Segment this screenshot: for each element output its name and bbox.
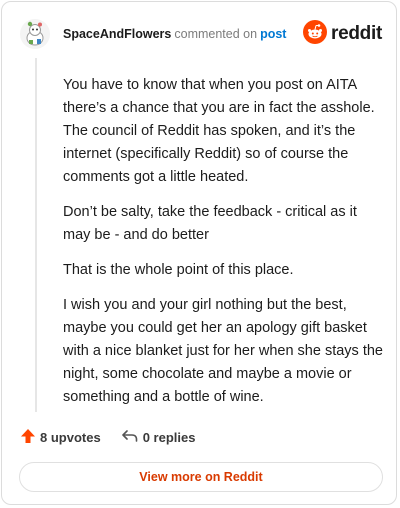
reddit-brand[interactable]: reddit	[303, 19, 382, 49]
comment-paragraph: You have to know that when you post on A…	[63, 77, 375, 185]
reply-arrow-icon	[121, 428, 139, 447]
reply-stat[interactable]: 0 replies	[121, 428, 196, 447]
comment-footer: 8 upvotes 0 replies	[20, 426, 378, 448]
post-link[interactable]: post	[260, 27, 286, 41]
thread-line	[35, 58, 37, 412]
comment-header: SpaceAndFlowers commented on post reddit	[19, 16, 382, 52]
reddit-logo-icon	[303, 19, 328, 49]
action-text: commented on	[174, 27, 258, 41]
comment-paragraph: That is the whole point of this place.	[63, 262, 294, 278]
view-more-on-reddit-button[interactable]: View more on Reddit	[19, 462, 383, 492]
reply-count: 0 replies	[142, 429, 196, 445]
comment-body: You have to know that when you post on A…	[63, 74, 383, 421]
upvote-count: 8 upvotes	[40, 429, 101, 445]
comment-paragraph: Don’t be salty, take the feedback - crit…	[63, 204, 357, 243]
reddit-comment-embed-card: SpaceAndFlowerscommented onpost reddit	[1, 1, 397, 505]
comment-paragraph: I wish you and your girl nothing but the…	[63, 297, 383, 405]
upvote-arrow-icon	[20, 428, 36, 447]
comment-attribution: SpaceAndFlowers commented on post	[63, 26, 303, 42]
snoo-avatar-icon[interactable]	[19, 18, 51, 50]
username-link[interactable]: SpaceAndFlowers	[63, 27, 171, 41]
reddit-wordmark: reddit	[331, 23, 382, 44]
upvote-stat[interactable]: 8 upvotes	[20, 428, 101, 447]
